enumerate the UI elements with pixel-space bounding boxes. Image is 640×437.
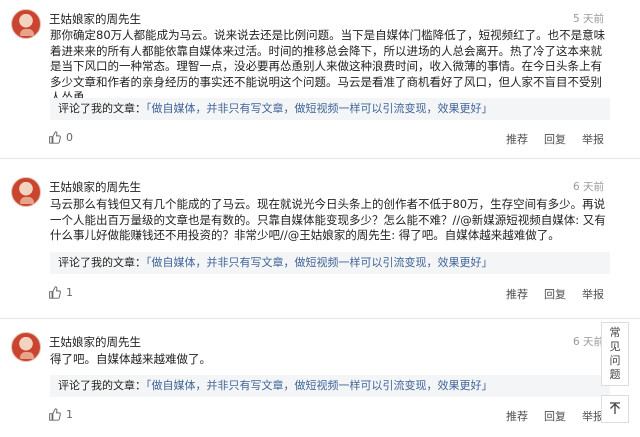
comment-item: 王姑娘家的周先生 6 天前 马云那么有钱但又有几个能成的了马云。现在就说光今日头…: [0, 159, 640, 319]
comment-author[interactable]: 王姑娘家的周先生: [49, 334, 141, 350]
comment-text: 那你确定80万人都能成为马云。说来说去还是比例问题。当下是自媒体门槛降低了，短视…: [50, 28, 606, 104]
quote-prefix: 评论了我的文章：: [58, 379, 146, 392]
comment-text: 马云那么有钱但又有几个能成的了马云。现在就说光今日头条上的创作者不低于80万，生…: [50, 197, 606, 242]
faq-char: 见: [609, 340, 621, 353]
faq-char: 问: [609, 354, 621, 367]
comment-author[interactable]: 王姑娘家的周先生: [49, 11, 141, 27]
like-count: 1: [66, 408, 73, 421]
faq-char: 题: [609, 368, 621, 381]
quote-prefix: 评论了我的文章：: [58, 256, 146, 269]
like-count: 0: [66, 131, 73, 144]
reply-button[interactable]: 回复: [544, 131, 566, 147]
arrow-up-icon: [610, 402, 620, 414]
comment-actions: 1 推荐 回复 举报: [48, 286, 604, 302]
quoted-article: 评论了我的文章：「做自媒体，并非只有写文章，做短视频一样可以引流变现，效果更好」: [50, 252, 610, 274]
comment-time: 5 天前: [572, 13, 604, 25]
report-button[interactable]: 举报: [582, 131, 604, 147]
reply-button[interactable]: 回复: [544, 286, 566, 302]
like-button[interactable]: 1: [48, 286, 73, 299]
faq-char: 常: [609, 326, 621, 339]
recommend-button[interactable]: 推荐: [506, 408, 528, 424]
like-count: 1: [66, 286, 73, 299]
avatar[interactable]: [11, 177, 41, 207]
back-to-top-button[interactable]: [601, 395, 629, 423]
thumbs-up-icon: [49, 131, 61, 144]
recommend-button[interactable]: 推荐: [506, 286, 528, 302]
thumbs-up-icon: [49, 408, 61, 421]
quoted-article: 评论了我的文章：「做自媒体，并非只有写文章，做短视频一样可以引流变现，效果更好」: [50, 375, 610, 397]
avatar[interactable]: [11, 9, 41, 39]
avatar[interactable]: [11, 332, 41, 362]
like-button[interactable]: 1: [48, 408, 73, 421]
thumbs-up-icon: [49, 286, 61, 299]
comment-actions: 1 推荐 回复 举报: [48, 408, 604, 424]
comment-item: 王姑娘家的周先生 5 天前 那你确定80万人都能成为马云。说来说去还是比例问题。…: [0, 0, 640, 159]
quote-prefix: 评论了我的文章：: [58, 102, 146, 115]
article-link[interactable]: 「做自媒体，并非只有写文章，做短视频一样可以引流变现，效果更好」: [146, 256, 493, 269]
report-button[interactable]: 举报: [582, 286, 604, 302]
like-button[interactable]: 0: [48, 131, 73, 144]
recommend-button[interactable]: 推荐: [506, 131, 528, 147]
comment-actions: 0 推荐 回复 举报: [48, 131, 604, 147]
comment-time: 6 天前: [572, 181, 604, 193]
comment-time: 6 天前: [572, 336, 604, 348]
quoted-article: 评论了我的文章：「做自媒体，并非只有写文章，做短视频一样可以引流变现，效果更好」: [50, 98, 610, 120]
article-link[interactable]: 「做自媒体，并非只有写文章，做短视频一样可以引流变现，效果更好」: [146, 379, 493, 392]
comment-item: 王姑娘家的周先生 6 天前 得了吧。自媒体越来越难做了。 评论了我的文章：「做自…: [0, 319, 640, 437]
article-link[interactable]: 「做自媒体，并非只有写文章，做短视频一样可以引流变现，效果更好」: [146, 102, 493, 115]
comment-author[interactable]: 王姑娘家的周先生: [49, 179, 141, 195]
reply-button[interactable]: 回复: [544, 408, 566, 424]
comment-text: 得了吧。自媒体越来越难做了。: [50, 352, 211, 366]
faq-button[interactable]: 常 见 问 题: [601, 322, 629, 386]
